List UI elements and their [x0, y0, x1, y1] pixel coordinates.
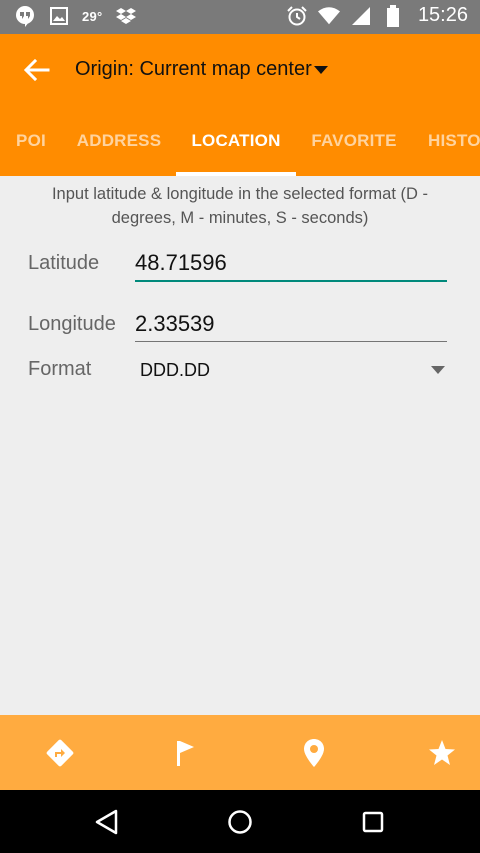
bottom-toolbar: [0, 715, 480, 790]
alarm-icon: [286, 5, 308, 27]
latitude-input[interactable]: 48.71596: [135, 250, 227, 276]
caret-down-icon: [313, 65, 328, 74]
status-bar-left: 29°: [14, 5, 137, 27]
favorite-button[interactable]: [382, 715, 480, 790]
tab-label: FAVORITE: [311, 131, 397, 150]
longitude-input[interactable]: 2.33539: [135, 311, 215, 337]
longitude-underline: [135, 341, 447, 342]
map-pin-button[interactable]: [254, 715, 374, 790]
image-icon: [48, 5, 70, 27]
longitude-label: Longitude: [28, 313, 116, 335]
directions-button[interactable]: [0, 715, 120, 790]
navigation-bar: [0, 790, 480, 853]
wifi-icon: [317, 5, 340, 27]
back-triangle-icon: [95, 809, 118, 834]
clock-text: 15:26: [417, 4, 468, 26]
latitude-label: Latitude: [28, 252, 100, 274]
flag-button[interactable]: [126, 715, 246, 790]
dropdown-arrow-icon: [431, 366, 445, 374]
active-tab-indicator: [176, 172, 296, 176]
tab-bar: POI ADDRESS LOCATION FAVORITE HISTO: [0, 106, 480, 176]
battery-icon: [382, 4, 404, 27]
status-bar: 29° 15:26: [0, 0, 480, 34]
tab-label: POI: [16, 131, 46, 150]
signal-icon: [350, 5, 372, 27]
tab-favorite[interactable]: FAVORITE: [296, 106, 412, 176]
format-value: DDD.DD: [140, 360, 210, 380]
home-circle-icon: [228, 809, 252, 834]
nav-home-button[interactable]: [180, 790, 300, 853]
tab-address[interactable]: ADDRESS: [62, 106, 176, 176]
nav-back-button[interactable]: [47, 790, 167, 853]
tab-label: HISTO: [428, 131, 480, 150]
temperature-text: 29°: [82, 8, 103, 24]
star-icon: [429, 739, 455, 765]
instructions-text: Input latitude & longitude in the select…: [51, 185, 429, 227]
back-button[interactable]: [20, 56, 54, 84]
recents-square-icon: [362, 811, 384, 832]
hangouts-icon: [14, 5, 36, 27]
latitude-underline: [135, 280, 447, 282]
origin-selector[interactable]: Origin: Current map center: [75, 58, 328, 81]
dropbox-icon: [115, 5, 137, 27]
flag-icon: [177, 740, 194, 766]
tab-history[interactable]: HISTO: [412, 106, 480, 176]
tab-label: LOCATION: [191, 131, 281, 150]
nav-recents-button[interactable]: [313, 790, 433, 853]
tab-label: ADDRESS: [76, 131, 162, 150]
format-dropdown[interactable]: DDD.DD: [135, 352, 447, 388]
tab-location[interactable]: LOCATION: [176, 106, 296, 176]
status-bar-right: 15:26: [286, 4, 468, 27]
directions-icon: [46, 739, 74, 766]
format-label: Format: [28, 358, 92, 380]
app-title: Origin: Current map center: [75, 58, 312, 80]
app-bar: Origin: Current map center: [0, 34, 480, 106]
arrow-left-icon: [24, 59, 50, 81]
map-pin-icon: [304, 738, 324, 767]
tab-poi[interactable]: POI: [0, 106, 62, 176]
